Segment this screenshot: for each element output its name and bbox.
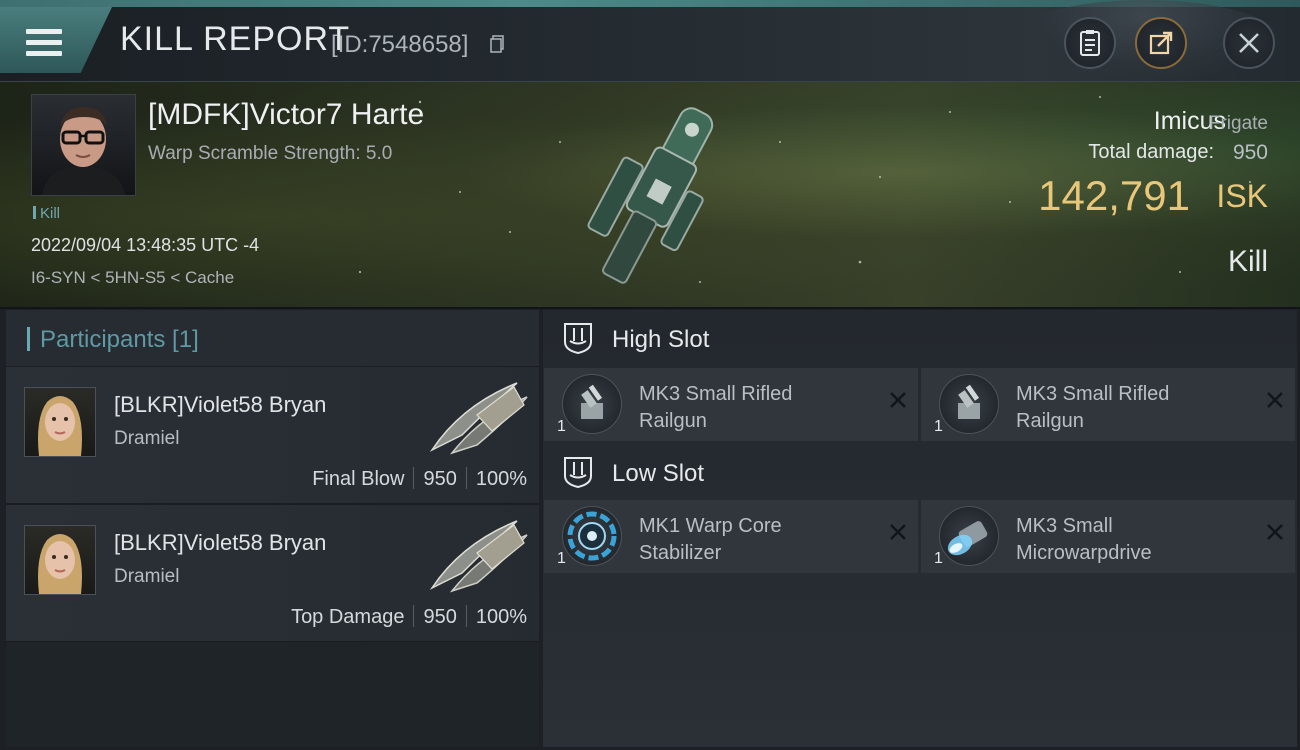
module-name-line1: MK3 Small Rifled bbox=[1016, 383, 1170, 405]
participant-row[interactable]: [BLKR]Violet58 Bryan Dramiel Final Blow 9… bbox=[6, 367, 539, 505]
participants-panel: Participants [1] [BLKR]Violet58 Bryan Dr… bbox=[6, 310, 539, 747]
module-slot[interactable]: 1 MK3 Small Rifled Railgun bbox=[544, 368, 918, 441]
railgun-icon bbox=[562, 374, 622, 434]
victim-name[interactable]: [MDFK]Victor7 Harte bbox=[148, 98, 424, 132]
high-slot-header: High Slot bbox=[543, 310, 1297, 366]
participant-stats: Final Blow 950 100% bbox=[312, 467, 527, 491]
module-name-line2: Railgun bbox=[1016, 410, 1084, 432]
module-name-line1: MK3 Small Rifled bbox=[639, 383, 793, 405]
total-damage-value: 950 bbox=[1232, 141, 1268, 164]
participant-avatar[interactable] bbox=[24, 525, 96, 595]
kill-location[interactable]: I6-SYN < 5HN-S5 < Cache bbox=[31, 268, 234, 288]
module-name-line1: MK1 Warp Core bbox=[639, 515, 782, 537]
total-damage-label: Total damage: bbox=[1088, 141, 1214, 163]
destroyed-x-icon bbox=[890, 392, 906, 408]
kill-result: Kill bbox=[1227, 245, 1268, 278]
share-icon bbox=[1149, 31, 1173, 55]
participant-role: Top Damage bbox=[291, 606, 405, 628]
participants-empty-area bbox=[6, 642, 539, 747]
low-slot-header: Low Slot bbox=[543, 444, 1297, 500]
participant-ship-image[interactable] bbox=[422, 513, 532, 593]
participants-header: Participants [1] bbox=[6, 310, 539, 367]
menu-icon bbox=[26, 29, 62, 59]
module-name-line2: Railgun bbox=[639, 410, 707, 432]
low-slot-title: Low Slot bbox=[612, 460, 705, 487]
destroyed-x-icon bbox=[1267, 524, 1283, 540]
participant-name[interactable]: [BLKR]Violet58 Bryan bbox=[114, 530, 326, 556]
module-quantity: 1 bbox=[557, 550, 566, 567]
participant-row[interactable]: [BLKR]Violet58 Bryan Dramiel Top Damage 9… bbox=[6, 505, 539, 643]
participant-percent: 100% bbox=[475, 468, 527, 490]
participant-ship: Dramiel bbox=[114, 566, 180, 587]
kill-datetime: 2022/09/04 13:48:35 UTC -4 bbox=[31, 235, 260, 255]
participant-ship: Dramiel bbox=[114, 428, 180, 449]
railgun-icon bbox=[939, 374, 999, 434]
high-slot-title: High Slot bbox=[612, 326, 710, 353]
report-id: [ID:7548658] bbox=[331, 31, 469, 58]
module-slot[interactable]: 1 MK1 Warp Core Stabilizer bbox=[544, 500, 918, 573]
module-quantity: 1 bbox=[934, 418, 943, 435]
participant-avatar[interactable] bbox=[24, 387, 96, 457]
warp-core-stabilizer-icon bbox=[562, 506, 622, 566]
module-name-line2: Microwarpdrive bbox=[1016, 542, 1152, 564]
fitting-panel: High Slot 1 MK3 Small Rifled Railgun 1 M… bbox=[543, 310, 1297, 747]
module-name: MK3 Small Rifled Railgun bbox=[1016, 381, 1256, 435]
participant-stats: Top Damage 950 100% bbox=[291, 605, 527, 629]
participant-damage: 950 bbox=[423, 468, 457, 490]
victim-ship-class: Frigate bbox=[1208, 113, 1268, 134]
warp-scramble-strength: Warp Scramble Strength: 5.0 bbox=[148, 143, 393, 164]
share-button[interactable] bbox=[1135, 17, 1187, 69]
isk-value: 142,791 bbox=[1038, 172, 1190, 219]
high-slot-icon bbox=[564, 323, 592, 354]
module-name: MK3 Small Rifled Railgun bbox=[639, 381, 879, 435]
clipboard-icon bbox=[1080, 30, 1100, 56]
participant-percent: 100% bbox=[475, 606, 527, 628]
module-quantity: 1 bbox=[557, 418, 566, 435]
participant-role: Final Blow bbox=[312, 468, 405, 490]
module-slot[interactable]: 1 MK3 Small Microwarpdrive bbox=[921, 500, 1295, 573]
victim-ship-image[interactable] bbox=[580, 90, 730, 300]
destroyed-x-icon bbox=[1267, 392, 1283, 408]
victim-avatar[interactable] bbox=[31, 94, 136, 196]
module-name: MK3 Small Microwarpdrive bbox=[1016, 513, 1256, 567]
close-button[interactable] bbox=[1223, 17, 1275, 69]
page-title: KILL REPORT bbox=[120, 20, 351, 58]
participants-title: Participants [1] bbox=[40, 326, 199, 353]
participant-ship-image[interactable] bbox=[422, 375, 532, 455]
module-name: MK1 Warp Core Stabilizer bbox=[639, 513, 879, 567]
microwarpdrive-icon bbox=[939, 506, 999, 566]
clipboard-button[interactable] bbox=[1064, 17, 1116, 69]
close-icon bbox=[1239, 33, 1259, 53]
participant-name[interactable]: [BLKR]Violet58 Bryan bbox=[114, 392, 326, 418]
module-name-line2: Stabilizer bbox=[639, 542, 722, 564]
module-name-line1: MK3 Small bbox=[1016, 515, 1113, 537]
participants-accent bbox=[27, 327, 30, 351]
low-slot-icon bbox=[564, 457, 592, 488]
copy-icon[interactable] bbox=[490, 35, 504, 53]
participant-damage: 950 bbox=[423, 606, 457, 628]
module-quantity: 1 bbox=[934, 550, 943, 567]
module-slot[interactable]: 1 MK3 Small Rifled Railgun bbox=[921, 368, 1295, 441]
victim-banner: [MDFK]Victor7 Harte Warp Scramble Streng… bbox=[0, 82, 1300, 309]
isk-unit: ISK bbox=[1216, 178, 1268, 214]
destroyed-x-icon bbox=[890, 524, 906, 540]
kill-tag: Kill bbox=[33, 205, 60, 222]
